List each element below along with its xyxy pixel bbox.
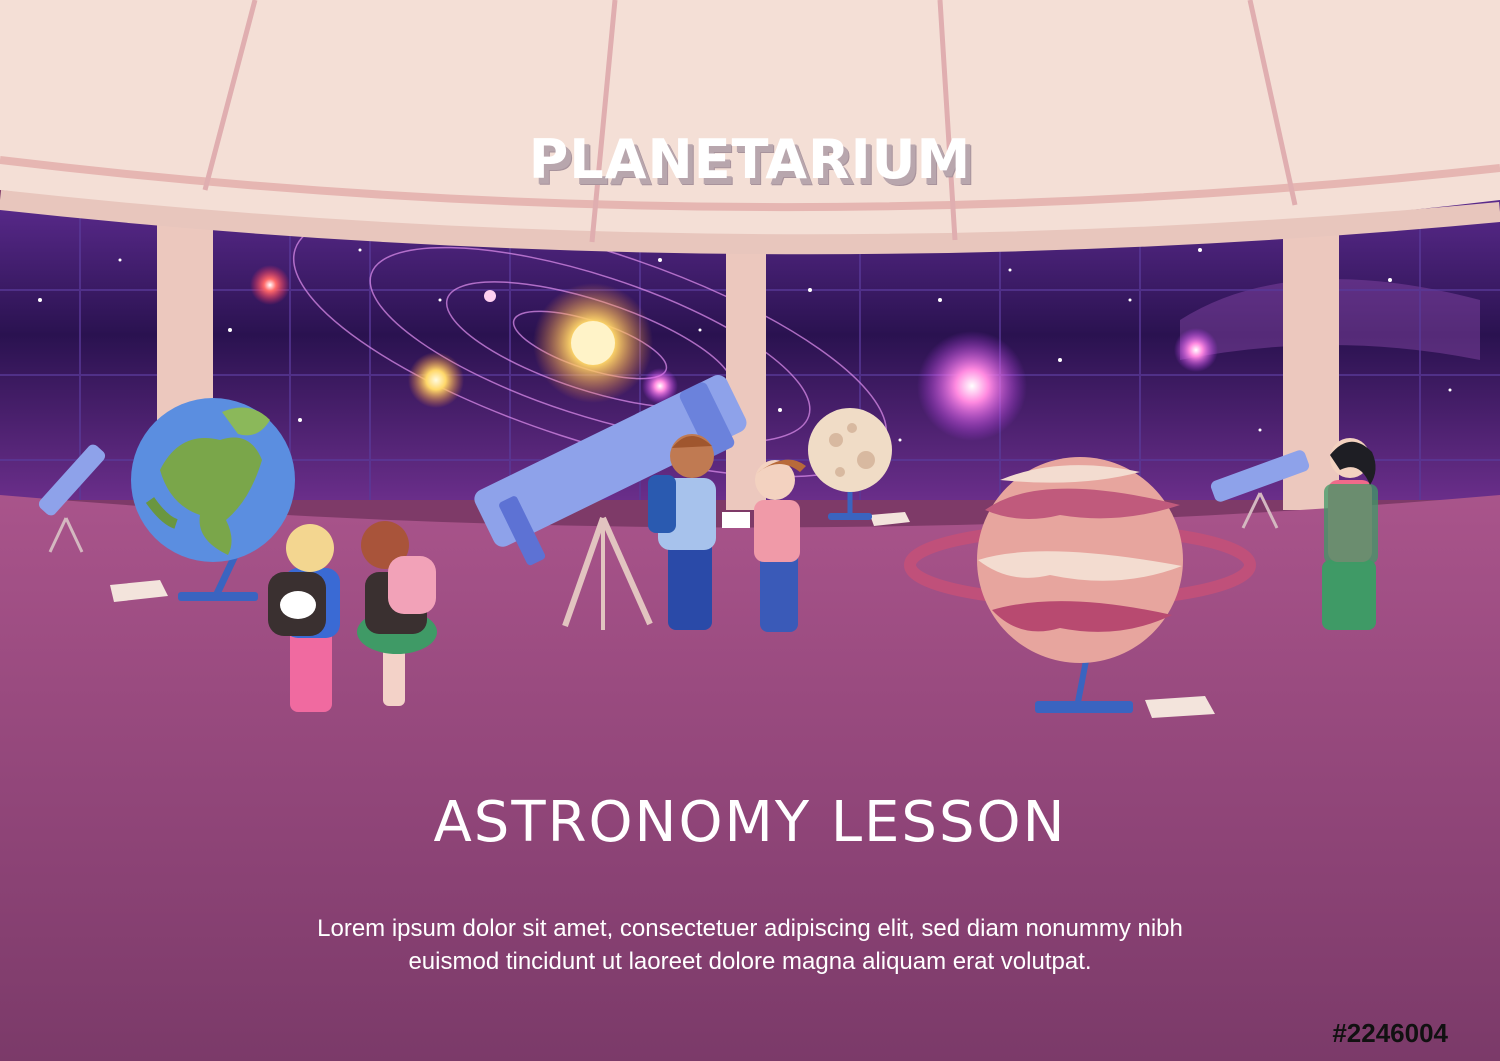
pillar-center (726, 220, 766, 510)
planetarium-sign: PLANETARIUM (528, 128, 972, 191)
moon-exhibit (808, 408, 892, 520)
body-copy-line: Lorem ipsum dolor sit amet, consectetuer… (317, 915, 1183, 942)
body-copy-line: euismod tincidunt ut laoreet dolore magn… (408, 948, 1092, 975)
body-copy: Lorem ipsum dolor sit amet, consectetuer… (200, 912, 1300, 978)
tiny-star (484, 290, 496, 302)
info-plaque (870, 512, 910, 526)
pink-nebula-star (917, 331, 1027, 441)
headline: ASTRONOMY LESSON (433, 790, 1067, 855)
small-pink-star (1174, 328, 1218, 372)
planetarium-poster: PLANETARIUM ASTRONOMY LESSON Lorem ipsum… (0, 0, 1500, 1061)
yellow-star (408, 352, 464, 408)
red-star (250, 265, 290, 305)
sun (571, 321, 615, 365)
stock-id-label: #2246004 (1332, 1018, 1448, 1048)
